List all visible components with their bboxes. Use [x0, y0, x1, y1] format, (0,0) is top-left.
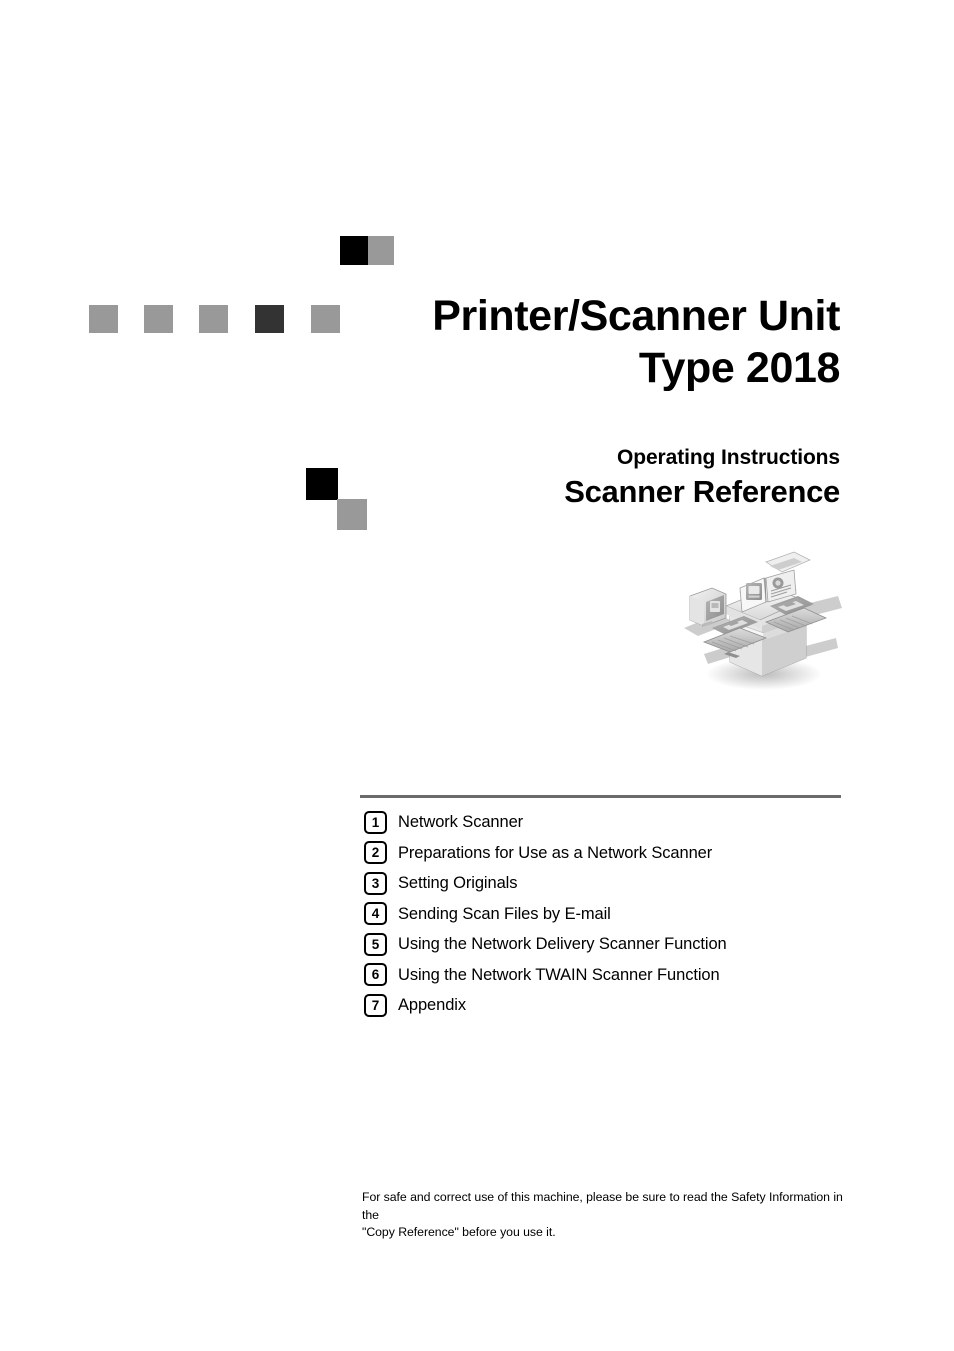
- chapter-label: Using the Network Delivery Scanner Funct…: [398, 935, 727, 954]
- manual-cover-page: Printer/Scanner Unit Type 2018 Operating…: [0, 0, 954, 1351]
- chapter-number-badge: 4: [364, 902, 387, 926]
- decorative-square-row-4-dark: [255, 305, 284, 333]
- product-title-line-1: Printer/Scanner Unit: [432, 292, 840, 340]
- product-title: Printer/Scanner Unit Type 2018: [300, 290, 840, 394]
- chapter-label: Network Scanner: [398, 813, 524, 832]
- chapter-number-badge: 7: [364, 993, 387, 1017]
- safety-note: For safe and correct use of this machine…: [362, 1189, 844, 1242]
- chapter-label: Using the Network TWAIN Scanner Function: [398, 965, 720, 984]
- chapter-list-item: 3 Setting Originals: [364, 868, 844, 899]
- chapter-list-item: 7 Appendix: [364, 990, 844, 1021]
- decorative-square-row-2: [144, 305, 173, 333]
- safety-note-line-1: For safe and correct use of this machine…: [362, 1190, 843, 1222]
- chapter-list-item: 2 Preparations for Use as a Network Scan…: [364, 838, 844, 869]
- network-scanner-illustration: [678, 536, 843, 701]
- decorative-square-black-middle: [306, 468, 338, 500]
- operating-instructions-label: Operating Instructions: [617, 446, 840, 469]
- chapter-list-item: 6 Using the Network TWAIN Scanner Functi…: [364, 960, 844, 991]
- manual-subtitle-block: Operating Instructions Scanner Reference: [360, 444, 840, 512]
- decorative-square-row-3: [199, 305, 228, 333]
- product-title-line-2: Type 2018: [638, 344, 841, 392]
- chapter-number-badge: 1: [364, 810, 387, 834]
- chapter-label: Setting Originals: [398, 874, 518, 893]
- chapter-list-item: 1 Network Scanner: [364, 807, 844, 838]
- chapter-list-item: 4 Sending Scan Files by E-mail: [364, 899, 844, 930]
- decorative-square-row-1: [89, 305, 118, 333]
- chapter-number-badge: 6: [364, 963, 387, 987]
- chapter-number-badge: 3: [364, 871, 387, 895]
- chapter-label: Preparations for Use as a Network Scanne…: [398, 843, 713, 862]
- chapter-label: Sending Scan Files by E-mail: [398, 904, 611, 923]
- chapter-list-item: 5 Using the Network Delivery Scanner Fun…: [364, 929, 844, 960]
- chapter-list-divider: [360, 795, 841, 798]
- chapter-number-badge: 2: [364, 841, 387, 865]
- chapter-label: Appendix: [398, 996, 467, 1015]
- chapter-number-badge: 5: [364, 932, 387, 956]
- decorative-square-gray-top: [368, 236, 394, 265]
- chapter-list: 1 Network Scanner 2 Preparations for Use…: [364, 807, 844, 1021]
- manual-title: Scanner Reference: [564, 474, 840, 509]
- safety-note-line-2: "Copy Reference" before you use it.: [362, 1225, 556, 1239]
- decorative-square-black-top: [340, 236, 368, 265]
